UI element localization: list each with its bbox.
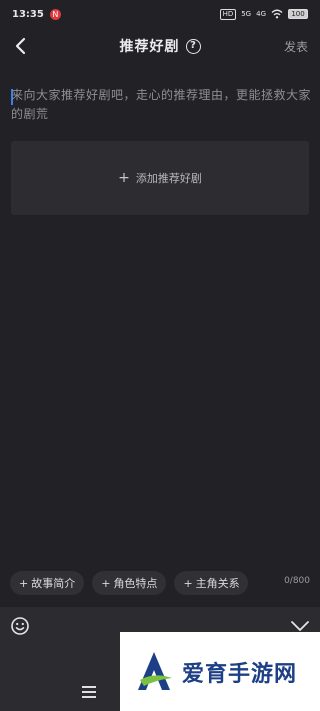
chip-story-summary[interactable]: + 故事简介 — [10, 571, 85, 595]
status-time: 13:35 — [12, 8, 44, 20]
signal-4g-icon: 4G — [256, 10, 266, 18]
page-title: 推荐好剧 — [119, 39, 180, 55]
watermark-text: 爱育手游网 — [182, 661, 298, 687]
back-button[interactable] — [10, 36, 30, 56]
watermark: 爱育手游网 — [120, 632, 320, 711]
plus-icon: + — [118, 170, 130, 186]
chip-clip: + 主角关系 — [174, 571, 249, 595]
publish-button[interactable]: 发表 — [284, 38, 308, 55]
add-show-label: 添加推荐好剧 — [135, 172, 202, 185]
status-bar: 13:35 N HD 5G 4G 100 — [0, 0, 320, 28]
chip-plus-icon: + — [19, 576, 29, 590]
title-group: 推荐好剧 ? — [120, 36, 201, 56]
chip-label: 故事简介 — [31, 577, 76, 590]
aiyu-logo — [138, 651, 172, 690]
chevron-down-icon[interactable] — [290, 619, 310, 633]
hd-indicator: HD — [219, 8, 237, 20]
wifi-icon — [271, 9, 283, 19]
chip-plus-icon: + — [183, 576, 193, 590]
signal-5g-icon: 5G — [241, 10, 252, 18]
back-arrow-icon — [15, 37, 26, 55]
chip-label: 角色特点 — [113, 577, 158, 590]
character-counter: 0/800 — [284, 576, 310, 586]
battery-indicator: 100 — [288, 9, 308, 19]
chip-plus-icon: + — [101, 576, 111, 590]
chip-label: 主角关系 — [195, 577, 240, 590]
header: 推荐好剧 ? 发表 — [0, 28, 320, 64]
notification-badge: N — [49, 8, 61, 20]
add-show-button[interactable]: + 添加推荐好剧 — [11, 141, 309, 215]
smiley-icon[interactable] — [10, 616, 30, 636]
menu-icon[interactable] — [82, 686, 96, 698]
topic-chips: + 故事简介 + 角色特点 + 主角关系 — [10, 571, 310, 595]
help-icon[interactable]: ? — [185, 38, 201, 54]
chip-character-traits[interactable]: + 角色特点 — [92, 571, 167, 595]
status-indicators: HD 5G 4G 100 — [219, 8, 308, 20]
chip-lead-relationship[interactable]: + 主角关系 — [174, 571, 249, 595]
recommendation-text-input[interactable]: 来向大家推荐好剧吧，走心的推荐理由，更能拯救大家的剧荒 — [11, 86, 311, 124]
